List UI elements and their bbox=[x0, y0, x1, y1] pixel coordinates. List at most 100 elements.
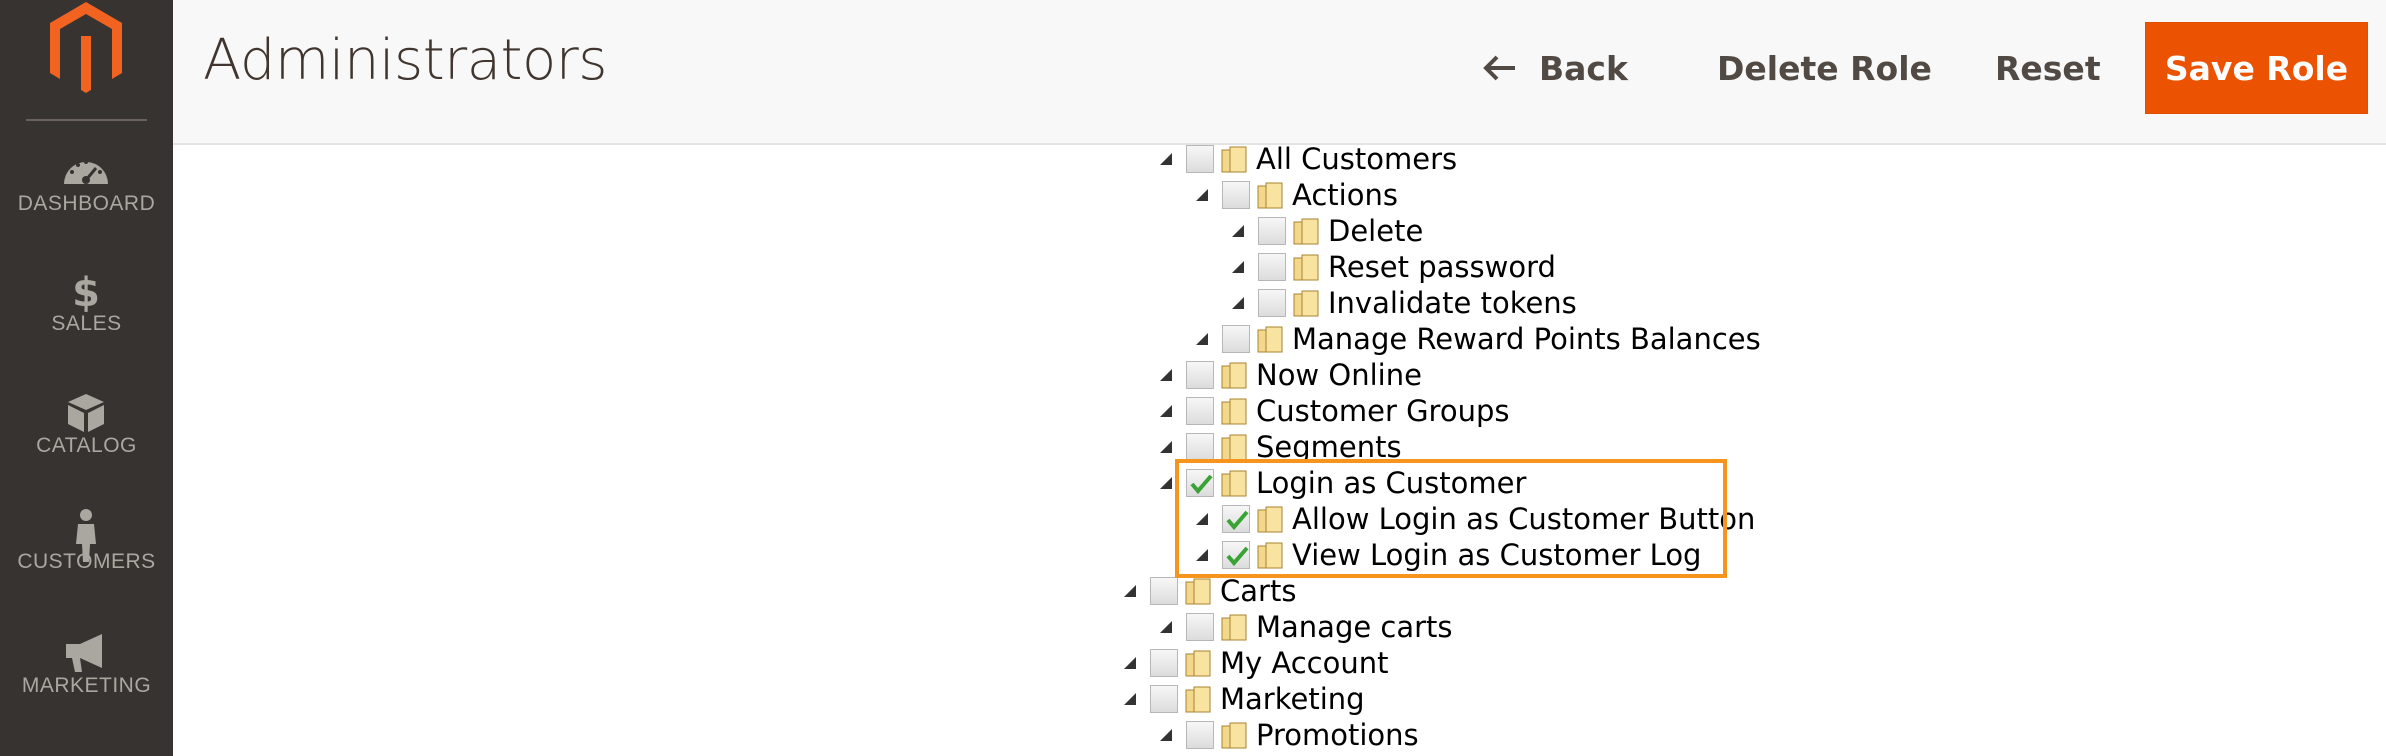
expand-triangle-icon[interactable] bbox=[1194, 331, 1210, 347]
tree-node: Now Online bbox=[1158, 357, 1422, 393]
tree-checkbox[interactable] bbox=[1186, 397, 1214, 425]
tree-node-label[interactable]: Promotions bbox=[1256, 718, 1419, 752]
folder-icon bbox=[1185, 686, 1211, 713]
tree-node: Reset password bbox=[1230, 249, 1556, 285]
arrow-left-icon bbox=[1483, 55, 1515, 81]
tree-node-label[interactable]: My Account bbox=[1220, 646, 1389, 680]
expand-triangle-icon[interactable] bbox=[1230, 295, 1246, 311]
expand-triangle-icon[interactable] bbox=[1158, 403, 1174, 419]
tree-checkbox[interactable] bbox=[1186, 145, 1214, 173]
tree-checkbox[interactable] bbox=[1150, 685, 1178, 713]
delete-role-button[interactable]: Delete Role bbox=[1717, 22, 1932, 114]
tree-checkbox[interactable] bbox=[1186, 721, 1214, 749]
back-button[interactable]: Back bbox=[1483, 22, 1628, 114]
folder-icon bbox=[1257, 182, 1283, 209]
folder-icon bbox=[1221, 434, 1247, 461]
tree-checkbox[interactable] bbox=[1222, 325, 1250, 353]
magento-logo-icon[interactable] bbox=[46, 0, 126, 100]
folder-icon bbox=[1293, 290, 1319, 317]
expand-triangle-icon[interactable] bbox=[1230, 223, 1246, 239]
nav-item-sales[interactable]: $ SALES bbox=[0, 270, 173, 380]
expand-triangle-icon[interactable] bbox=[1194, 547, 1210, 563]
tree-checkbox-checked[interactable] bbox=[1222, 505, 1250, 533]
expand-triangle-icon[interactable] bbox=[1194, 187, 1210, 203]
tree-node: Manage carts bbox=[1158, 609, 1453, 645]
expand-triangle-icon[interactable] bbox=[1194, 511, 1210, 527]
tree-node: Carts bbox=[1122, 573, 1296, 609]
tree-node: Marketing bbox=[1122, 681, 1365, 717]
tree-node-label[interactable]: All Customers bbox=[1256, 142, 1457, 176]
tree-checkbox[interactable] bbox=[1258, 217, 1286, 245]
tree-checkbox[interactable] bbox=[1150, 577, 1178, 605]
tree-checkbox[interactable] bbox=[1186, 433, 1214, 461]
tree-node-label[interactable]: Manage carts bbox=[1256, 610, 1453, 644]
save-role-button[interactable]: Save Role bbox=[2145, 22, 2368, 114]
expand-triangle-icon[interactable] bbox=[1158, 475, 1174, 491]
tree-node: Manage Reward Points Balances bbox=[1194, 321, 1761, 357]
nav-label-marketing: MARKETING bbox=[21, 674, 152, 697]
tree-node-label[interactable]: Login as Customer bbox=[1256, 466, 1526, 500]
tree-checkbox[interactable] bbox=[1222, 181, 1250, 209]
nav-label-catalog: CATALOG bbox=[36, 434, 137, 457]
tree-node-label[interactable]: Now Online bbox=[1256, 358, 1422, 392]
tree-node-label[interactable]: Manage Reward Points Balances bbox=[1292, 322, 1761, 356]
sidebar: DASHBOARD $ SALES CATALOG CUSTOMERS MARK… bbox=[0, 0, 173, 756]
tree-checkbox[interactable] bbox=[1150, 649, 1178, 677]
tree-node: Delete bbox=[1230, 213, 1423, 249]
expand-triangle-icon[interactable] bbox=[1158, 151, 1174, 167]
tree-node-label[interactable]: Segments bbox=[1256, 430, 1402, 464]
tree-node: Actions bbox=[1194, 177, 1398, 213]
folder-icon bbox=[1185, 578, 1211, 605]
page-header: Administrators Back Delete Role Reset Sa… bbox=[173, 0, 2386, 145]
nav-label-customers: CUSTOMERS bbox=[17, 550, 156, 573]
tree-node-label[interactable]: Allow Login as Customer Button bbox=[1292, 502, 1755, 536]
expand-triangle-icon[interactable] bbox=[1122, 691, 1138, 707]
tree-node-label[interactable]: Actions bbox=[1292, 178, 1398, 212]
folder-icon bbox=[1221, 146, 1247, 173]
checkmark-icon bbox=[1226, 510, 1249, 531]
expand-triangle-icon[interactable] bbox=[1158, 439, 1174, 455]
svg-text:$: $ bbox=[72, 270, 100, 312]
expand-triangle-icon[interactable] bbox=[1158, 619, 1174, 635]
folder-icon bbox=[1293, 218, 1319, 245]
expand-triangle-icon[interactable] bbox=[1122, 583, 1138, 599]
nav-item-marketing[interactable]: MARKETING bbox=[0, 632, 173, 742]
reset-button[interactable]: Reset bbox=[1995, 22, 2101, 114]
tree-node: Login as Customer bbox=[1158, 465, 1526, 501]
tree-checkbox[interactable] bbox=[1258, 253, 1286, 281]
expand-triangle-icon[interactable] bbox=[1230, 259, 1246, 275]
tree-node: Allow Login as Customer Button bbox=[1194, 501, 1755, 537]
tree-node-label[interactable]: View Login as Customer Log bbox=[1292, 538, 1701, 572]
folder-icon bbox=[1185, 650, 1211, 677]
tree-node-label[interactable]: Customer Groups bbox=[1256, 394, 1509, 428]
tree-node: View Login as Customer Log bbox=[1194, 537, 1701, 573]
folder-icon bbox=[1221, 470, 1247, 497]
expand-triangle-icon[interactable] bbox=[1158, 727, 1174, 743]
tree-node-label[interactable]: Delete bbox=[1328, 214, 1423, 248]
tree-checkbox-checked[interactable] bbox=[1222, 541, 1250, 569]
tree-node: All Customers bbox=[1158, 141, 1457, 177]
tree-node: Promotions bbox=[1158, 717, 1419, 753]
tree-node-label[interactable]: Reset password bbox=[1328, 250, 1556, 284]
page-title: Administrators bbox=[203, 28, 607, 93]
folder-icon bbox=[1221, 614, 1247, 641]
expand-triangle-icon[interactable] bbox=[1122, 655, 1138, 671]
tree-checkbox[interactable] bbox=[1258, 289, 1286, 317]
expand-triangle-icon[interactable] bbox=[1158, 367, 1174, 383]
folder-icon bbox=[1221, 362, 1247, 389]
tree-node-label[interactable]: Marketing bbox=[1220, 682, 1365, 716]
tree-checkbox[interactable] bbox=[1186, 361, 1214, 389]
nav-item-dashboard[interactable]: DASHBOARD bbox=[0, 150, 173, 260]
folder-icon bbox=[1257, 506, 1283, 533]
checkmark-icon bbox=[1226, 546, 1249, 567]
tree-node-label[interactable]: Invalidate tokens bbox=[1328, 286, 1577, 320]
tree-checkbox-checked[interactable] bbox=[1186, 469, 1214, 497]
nav-item-customers[interactable]: CUSTOMERS bbox=[0, 508, 173, 618]
admin-app: DASHBOARD $ SALES CATALOG CUSTOMERS MARK… bbox=[0, 0, 2386, 756]
tree-checkbox[interactable] bbox=[1186, 613, 1214, 641]
nav-item-catalog[interactable]: CATALOG bbox=[0, 392, 173, 502]
tree-node: Invalidate tokens bbox=[1230, 285, 1577, 321]
tree-node-label[interactable]: Carts bbox=[1220, 574, 1296, 608]
folder-icon bbox=[1257, 542, 1283, 569]
tree-node: Customer Groups bbox=[1158, 393, 1509, 429]
